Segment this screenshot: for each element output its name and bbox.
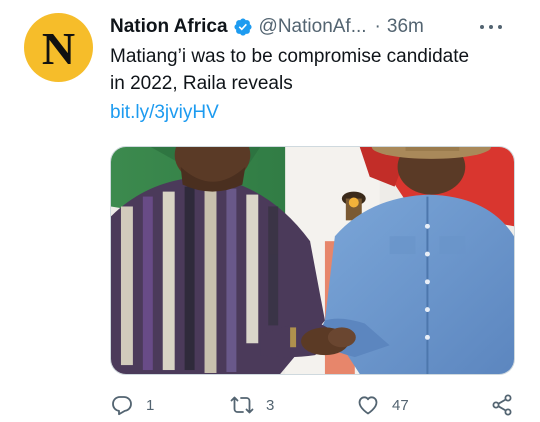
tweet-timestamp[interactable]: 36m <box>387 16 424 38</box>
reply-button[interactable]: 1 <box>110 390 154 420</box>
like-button[interactable]: 47 <box>356 390 409 420</box>
tweet-photo[interactable] <box>110 146 515 375</box>
display-name[interactable]: Nation Africa <box>110 16 228 38</box>
photo-handshake-image <box>111 147 514 374</box>
retweet-icon <box>230 396 254 414</box>
tweet-text-line: in 2022, Raila reveals <box>110 73 293 94</box>
like-count: 47 <box>392 396 409 414</box>
like-icon <box>358 396 378 415</box>
separator-dot: · <box>374 16 381 37</box>
tweet-text: Matiang’i was to be compromise candidate… <box>110 43 530 97</box>
tweet-link[interactable]: bit.ly/3jviyHV <box>110 99 219 126</box>
reply-count: 1 <box>146 396 155 414</box>
verified-badge-icon <box>233 17 253 37</box>
avatar-logo-letter: N <box>41 22 76 74</box>
share-icon <box>492 394 512 416</box>
tweet-actions: 1 3 47 <box>110 390 530 420</box>
more-icon[interactable] <box>480 17 502 37</box>
tweet-card[interactable]: N Nation Africa @NationAf... · 36m Matia… <box>0 0 540 422</box>
retweet-button[interactable]: 3 <box>230 390 274 420</box>
user-handle[interactable]: @NationAf... <box>259 16 367 38</box>
tweet-text-line: Matiang’i was to be compromise candidate <box>110 46 470 67</box>
avatar[interactable]: N <box>24 13 93 82</box>
share-button[interactable] <box>490 390 514 420</box>
reply-icon <box>112 396 132 416</box>
retweet-count: 3 <box>266 396 275 414</box>
tweet-header: Nation Africa @NationAf... · 36m <box>110 14 530 40</box>
